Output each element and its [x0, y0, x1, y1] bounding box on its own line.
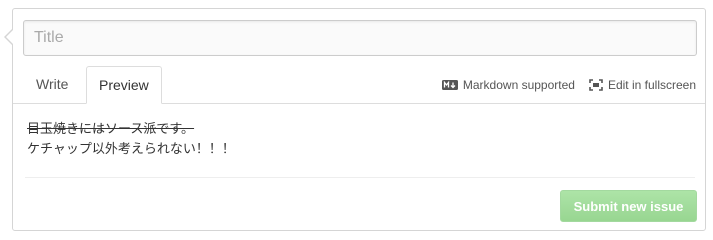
editor-tabbar: Write Preview Markdown supported Edit in…	[13, 66, 705, 104]
preview-line: ケチャップ以外考えられない！！！	[27, 141, 235, 156]
tab-preview[interactable]: Preview	[86, 66, 162, 104]
preview-line-strikethrough: 目玉焼きにはソース派です。	[27, 121, 195, 136]
divider	[25, 177, 695, 178]
fullscreen-icon	[589, 78, 603, 91]
markdown-supported-label: Markdown supported	[462, 77, 575, 92]
title-input[interactable]	[23, 20, 697, 56]
tab-write[interactable]: Write	[24, 66, 80, 103]
new-issue-form: Write Preview Markdown supported Edit in…	[4, 8, 706, 231]
submit-new-issue-button[interactable]: Submit new issue	[560, 190, 697, 222]
bubble-arrow-fill	[6, 30, 13, 44]
fullscreen-label: Edit in fullscreen	[607, 77, 696, 92]
fullscreen-link[interactable]: Edit in fullscreen	[589, 78, 696, 92]
markdown-supported-link[interactable]: Markdown supported	[441, 77, 575, 92]
editor-tools: Markdown supported Edit in fullscreen	[441, 66, 696, 103]
markdown-icon	[441, 79, 458, 90]
preview-content: 目玉焼きにはソース派です。 ケチャップ以外考えられない！！！	[27, 119, 691, 159]
